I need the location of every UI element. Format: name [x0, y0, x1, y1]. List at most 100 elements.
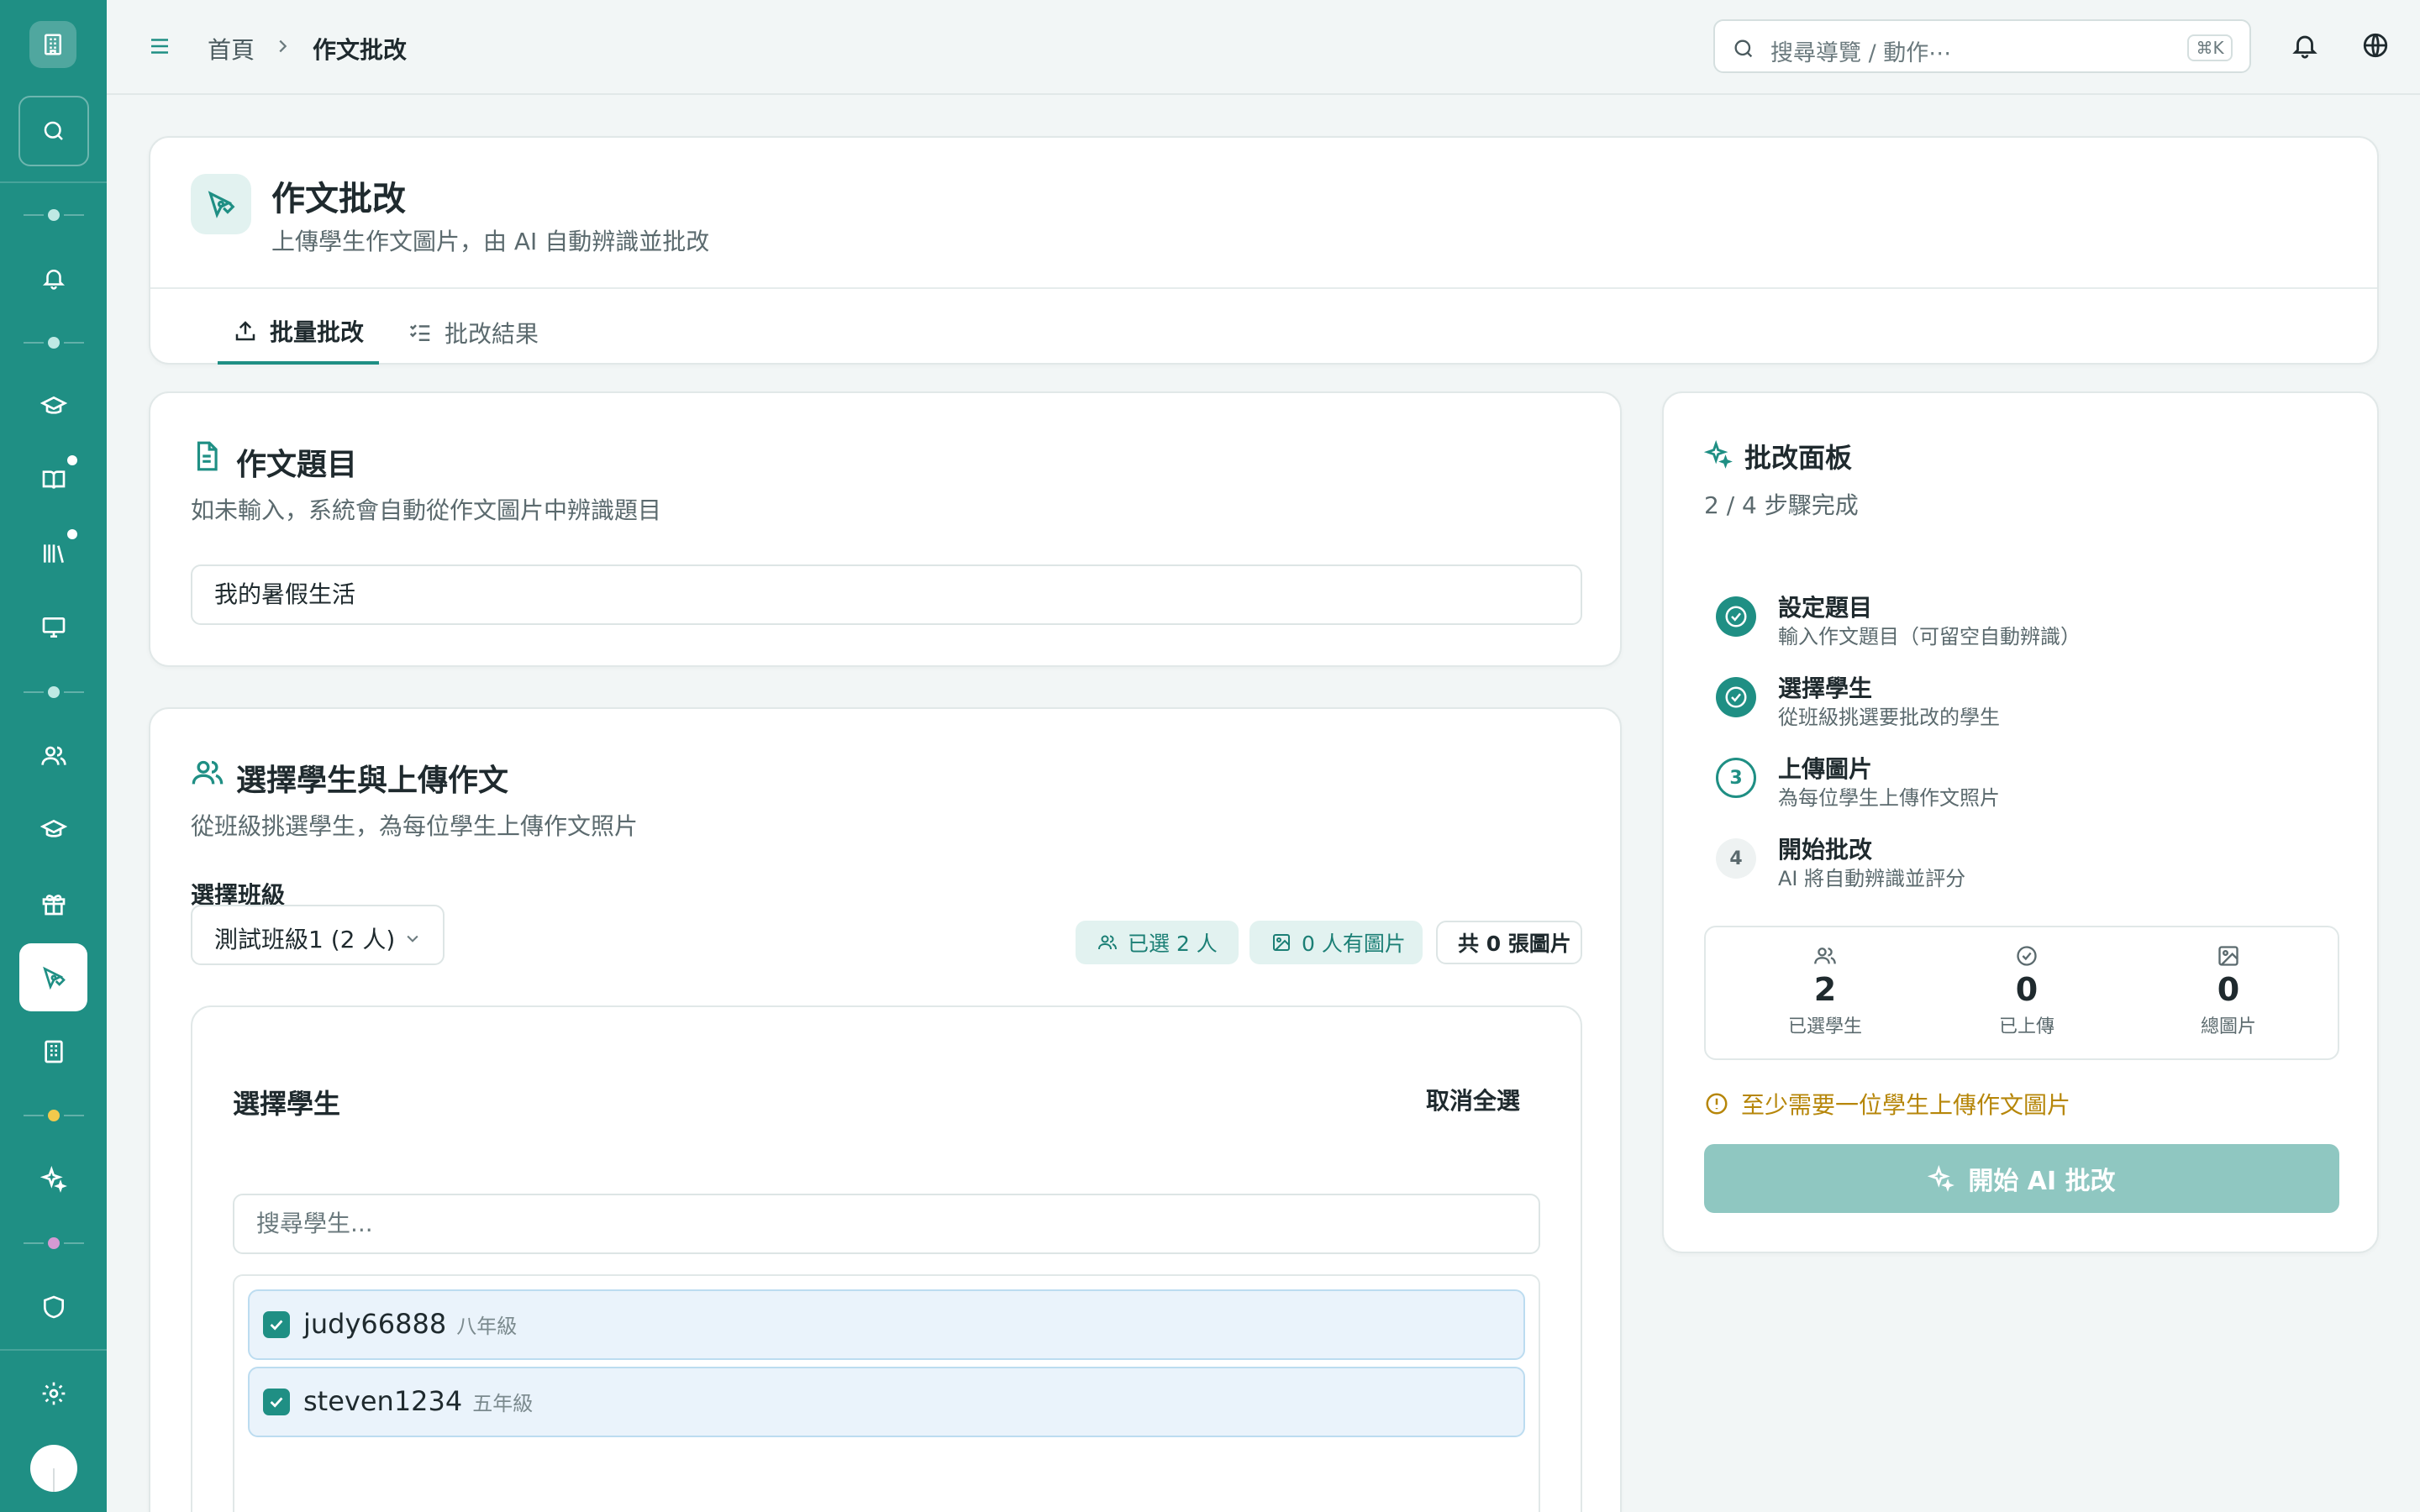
sparkles-icon: [1704, 440, 1733, 469]
total-images-badge: 共 0 張圖片: [1436, 921, 1582, 964]
sidebar-item-students[interactable]: [19, 722, 87, 790]
step-start-grading: 4 開始批改 AI 將自動辨識並評分: [1716, 832, 2338, 899]
image-icon: [2218, 946, 2238, 966]
student-search-input[interactable]: 搜尋學生...: [233, 1194, 1540, 1254]
pen-tool-icon: [208, 191, 235, 218]
sidebar-item-courses[interactable]: [19, 372, 87, 440]
sidebar-item-library[interactable]: [19, 519, 87, 587]
users-icon: [1814, 948, 1836, 964]
sidebar-item-books[interactable]: [19, 445, 87, 513]
student-checkbox[interactable]: [263, 1389, 290, 1415]
users-icon: [1098, 935, 1117, 950]
app-logo[interactable]: [29, 21, 76, 68]
file-text-icon: [197, 441, 218, 471]
student-name: steven1234: [303, 1385, 463, 1417]
sidebar-item-notifications[interactable]: [19, 244, 87, 312]
grading-panel: 批改面板 2 / 4 步驟完成 設定題目 輸入作文題目（可留空自動辨識） 選擇學…: [1662, 391, 2379, 1253]
step-upload-images: 3 上傳圖片 為每位學生上傳作文照片: [1716, 751, 2338, 818]
sidebar-group-separator: [24, 209, 84, 221]
student-grade: 五年級: [472, 1392, 534, 1415]
stat-label: 總圖片: [2200, 1016, 2256, 1037]
student-name-line: judy66888 八年級: [303, 1308, 517, 1340]
tab-grading-results[interactable]: 批改結果: [408, 301, 550, 365]
stat-label: 已選學生: [1787, 1016, 1862, 1037]
badge-text: 0 人有圖片: [1302, 932, 1406, 956]
student-checkbox[interactable]: [263, 1311, 290, 1338]
deselect-all-button[interactable]: 取消全選: [1426, 1083, 1520, 1116]
stat-value: 0: [2217, 971, 2240, 1008]
student-row[interactable]: judy66888 八年級: [248, 1289, 1525, 1360]
sidebar-item-presentation[interactable]: [19, 593, 87, 661]
check-circle-icon: [1725, 606, 1747, 627]
library-icon: [43, 543, 64, 563]
sidebar-item-admin[interactable]: [19, 1273, 87, 1341]
sidebar-item-rewards[interactable]: [19, 869, 87, 937]
users-icon: [192, 760, 224, 785]
topic-title: 作文題目: [236, 448, 358, 482]
badge-text: 已選 2 人: [1128, 932, 1218, 956]
alert-circle-icon: [1706, 1093, 1728, 1115]
page-subtitle: 上傳學生作文圖片，由 AI 自動辨識並批改: [271, 228, 710, 255]
warning-text: 至少需要一位學生上傳作文圖片: [1741, 1091, 2071, 1119]
sidebar-item-school[interactable]: [19, 1017, 87, 1085]
notification-dot: [67, 455, 77, 465]
gift-icon: [42, 894, 65, 915]
step-desc: 從班級挑選要批改的學生: [1778, 706, 2000, 729]
student-name: judy66888: [303, 1308, 447, 1340]
search-icon: [1734, 39, 1753, 58]
class-select[interactable]: 測試班級1 (2 人): [191, 905, 445, 965]
step-name: 上傳圖片: [1778, 755, 1873, 783]
warning-message: 至少需要一位學生上傳作文圖片: [1704, 1087, 2070, 1121]
menu-icon[interactable]: [147, 34, 172, 59]
step-name: 設定題目: [1778, 594, 1873, 622]
topic-card: 作文題目 如未輸入，系統會自動從作文圖片中辨識題目 我的暑假生活: [149, 391, 1622, 667]
bell-icon[interactable]: [2291, 31, 2319, 60]
class-select-value: 測試班級1 (2 人): [214, 926, 396, 953]
book-open-icon: [42, 470, 65, 489]
breadcrumb-home[interactable]: 首頁: [208, 32, 255, 66]
sidebar-search-button[interactable]: [18, 96, 89, 166]
students-card: 選擇學生與上傳作文 從班級挑選學生，為每位學生上傳作文照片 選擇班級 測試班級1…: [149, 707, 1622, 1512]
sidebar-item-classes[interactable]: [19, 795, 87, 864]
students-section-title: 選擇學生與上傳作文: [236, 764, 509, 798]
step-name: 選擇學生: [1778, 675, 1873, 702]
with-images-badge: 0 人有圖片: [1249, 921, 1423, 964]
stats-summary: 2 已選學生 0 已上傳 0 總圖片: [1704, 926, 2339, 1060]
start-ai-grading-button[interactable]: 開始 AI 批改: [1704, 1144, 2339, 1213]
page-header: 作文批改 上傳學生作文圖片，由 AI 自動辨識並批改 批量批改 批改結果: [149, 136, 2379, 365]
stat-selected-students: 2 已選學生: [1741, 944, 1909, 1038]
badge-text: 共 0 張圖片: [1458, 932, 1571, 956]
step-desc: AI 將自動辨識並評分: [1778, 867, 1966, 890]
step-done-indicator: [1716, 677, 1756, 717]
page-title: 作文批改: [271, 180, 406, 218]
search-placeholder: 搜尋導覽 / 動作⋯: [1770, 40, 1952, 66]
check-circle-icon: [2017, 946, 2037, 966]
graduation-cap-icon: [39, 396, 67, 414]
student-name-line: steven1234 五年級: [303, 1385, 533, 1417]
selected-count-badge: 已選 2 人: [1076, 921, 1239, 964]
step-set-topic: 設定題目 輸入作文題目（可留空自動辨識）: [1716, 590, 2338, 657]
search-icon: [44, 121, 63, 140]
sidebar-item-ai-tools[interactable]: [19, 1145, 87, 1213]
check-icon: [270, 1397, 283, 1408]
tab-label: 批改結果: [445, 320, 539, 348]
topic-input[interactable]: 我的暑假生活: [191, 564, 1582, 625]
student-picker-title: 選擇學生: [233, 1088, 341, 1120]
step-desc: 輸入作文題目（可留空自動辨識）: [1778, 625, 2081, 648]
tab-label: 批量批改: [269, 318, 364, 346]
stat-value: 0: [2015, 971, 2039, 1008]
globe-icon[interactable]: [2361, 31, 2390, 60]
sidebar-item-essay-grading[interactable]: [19, 943, 87, 1011]
list-checks-icon: [409, 324, 430, 341]
tab-batch-grading[interactable]: 批量批改: [218, 301, 379, 365]
student-picker: 選擇學生 取消全選 搜尋學生... judy66888 八年級 steven123…: [191, 1005, 1582, 1512]
student-row[interactable]: steven1234 五年級: [248, 1367, 1525, 1437]
panel-progress: 2 / 4 步驟完成: [1704, 491, 1859, 519]
students-section-subtitle: 從班級挑選學生，為每位學生上傳作文照片: [191, 812, 639, 840]
step-select-students: 選擇學生 從班級挑選要批改的學生: [1716, 670, 2338, 738]
global-search-input[interactable]: 搜尋導覽 / 動作⋯ ⌘K: [1713, 19, 2251, 73]
sidebar-item-settings[interactable]: [19, 1359, 87, 1427]
user-avatar[interactable]: [30, 1445, 77, 1492]
stat-value: 2: [1813, 971, 1837, 1008]
sparkles-icon: [1928, 1165, 1955, 1192]
